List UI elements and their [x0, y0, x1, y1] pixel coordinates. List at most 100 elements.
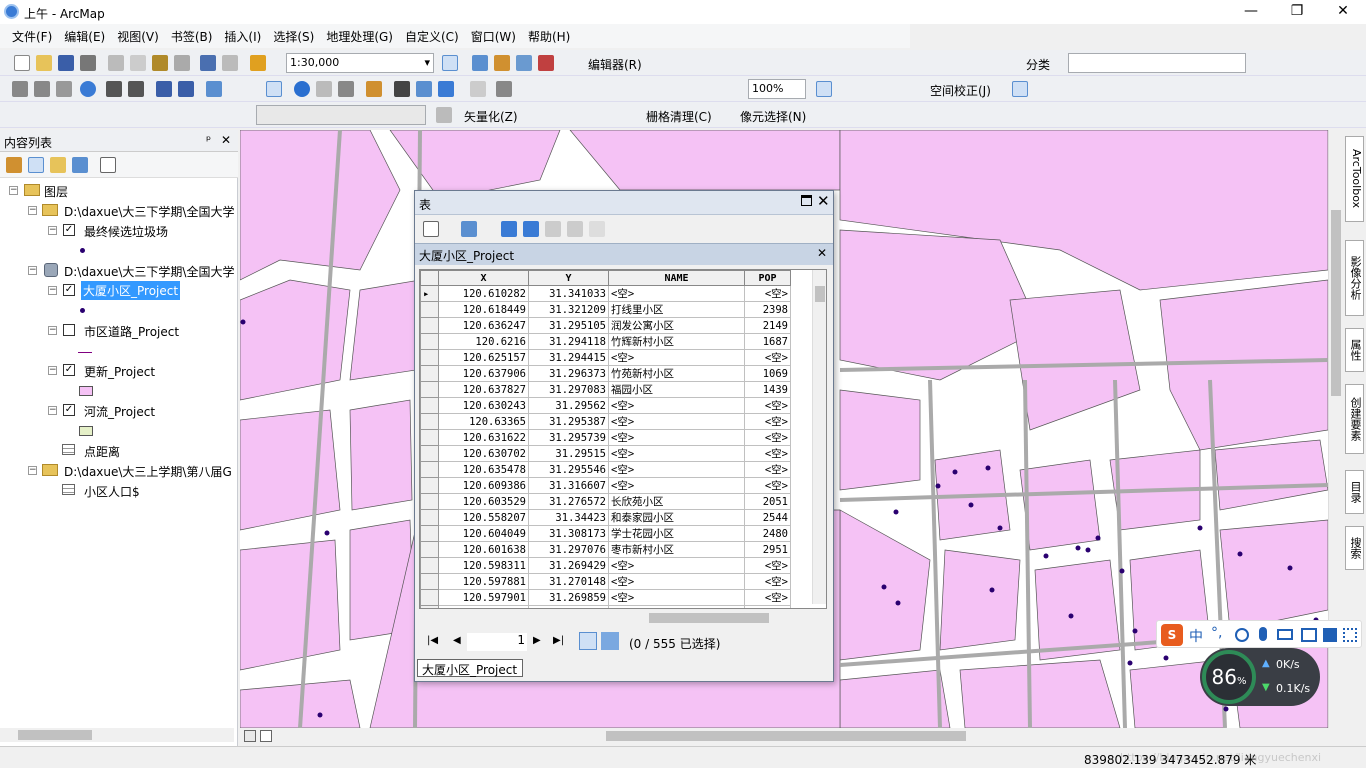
table-row[interactable]: 120.630702 31.29515 <空> <空>	[420, 445, 791, 462]
zoom-combo[interactable]: 100%	[748, 79, 806, 99]
toc-table-distance[interactable]: 点距离	[84, 443, 120, 460]
table-cell[interactable]: <空>	[744, 557, 791, 574]
menu-item[interactable]: 自定义(C)	[399, 24, 465, 49]
toolbox-icon[interactable]	[1301, 628, 1317, 642]
table-cell[interactable]: <空>	[744, 573, 791, 590]
row-selector[interactable]	[420, 509, 439, 526]
toc-hscrollbar[interactable]	[0, 728, 234, 742]
spatial-select-icon[interactable]	[1012, 81, 1028, 97]
table-options-icon[interactable]	[423, 221, 439, 237]
table-row[interactable]: 120.635478 31.295546 <空> <空>	[420, 461, 791, 478]
raster-layer-combo[interactable]	[256, 105, 426, 125]
table-cell[interactable]: 31.294118	[528, 333, 609, 350]
spatial-adjustment-menu[interactable]: 空间校正(J)	[930, 82, 991, 99]
table-cell[interactable]: 120.618449	[438, 301, 529, 318]
record-number-input[interactable]: 1	[467, 633, 527, 651]
ime-punctuation[interactable]: °,	[1211, 625, 1222, 641]
classify-combo[interactable]	[1068, 53, 1246, 73]
table-row[interactable]: 120.59788131.270148<空><空>	[420, 573, 791, 590]
fixed-zoom-in-icon[interactable]	[106, 81, 122, 97]
close-tab-icon[interactable]: ✕	[817, 246, 827, 260]
row-selector[interactable]	[420, 525, 439, 542]
menu-item[interactable]: 帮助(H)	[522, 24, 576, 49]
table-cell[interactable]: 31.270148	[528, 573, 609, 590]
table-cell[interactable]: 120.604049	[438, 525, 529, 542]
grid-vscrollbar[interactable]	[812, 270, 826, 604]
table-row[interactable]: 120.636247 31.295105 润发公寓小区 2149	[420, 317, 791, 334]
table-cell[interactable]: 31.29515	[528, 445, 609, 462]
table-cell[interactable]: 31.321209	[528, 301, 609, 318]
table-cell[interactable]: <空>	[608, 349, 745, 366]
attribute-grid[interactable]: X Y NAME POP ▸ 120.610282 31.341033 <空> <空> 1…	[419, 269, 827, 609]
table-cell[interactable]: <空>	[608, 477, 745, 494]
viewer-icon[interactable]	[496, 81, 512, 97]
table-cell[interactable]: <空>	[744, 589, 791, 606]
map-hscrollbar[interactable]	[240, 728, 1340, 744]
collapse-icon[interactable]: −	[28, 466, 37, 475]
collapse-icon[interactable]: −	[48, 366, 57, 375]
row-selector[interactable]	[420, 301, 439, 318]
row-selector[interactable]	[420, 605, 439, 608]
table-cell[interactable]: <空>	[608, 413, 745, 430]
delete-icon[interactable]	[174, 55, 190, 71]
row-selector[interactable]	[420, 573, 439, 590]
table-cell[interactable]: 2051	[744, 493, 791, 510]
scale-combo[interactable]: 1:30,000 ▾	[286, 53, 434, 73]
row-selector[interactable]	[420, 589, 439, 606]
table-row[interactable]: 120.630243 31.29562 <空> <空>	[420, 397, 791, 414]
table-row[interactable]: 120.598311 31.269429 <空> <空>	[420, 557, 791, 574]
table-cell[interactable]: 120.630702	[438, 445, 529, 462]
table-cell[interactable]: <空>	[744, 429, 791, 446]
table-row[interactable]: 120.625157 31.294415 <空> <空>	[420, 349, 791, 366]
table-cell[interactable]: 竹苑新村小区	[608, 365, 745, 382]
paste-icon[interactable]	[152, 55, 168, 71]
editor-toolbar-icon[interactable]	[442, 55, 458, 71]
table-cell[interactable]: 2398	[744, 301, 791, 318]
column-header[interactable]: POP	[744, 270, 791, 286]
forward-icon[interactable]	[178, 81, 194, 97]
row-selector[interactable]	[420, 365, 439, 382]
skin-icon[interactable]	[1323, 628, 1337, 642]
emoji-icon[interactable]	[1235, 628, 1249, 642]
table-cell[interactable]: 竹辉新村小区	[608, 333, 745, 350]
zoom-to-selected-icon[interactable]	[567, 221, 583, 237]
open-icon[interactable]	[36, 55, 52, 71]
table-cell[interactable]: 31.295387	[528, 413, 609, 430]
table-cell[interactable]: 31.296373	[528, 365, 609, 382]
table-cell[interactable]: 31.295546	[528, 461, 609, 478]
column-header[interactable]: NAME	[608, 270, 745, 286]
row-selector[interactable]	[420, 349, 439, 366]
related-tables-icon[interactable]	[461, 221, 477, 237]
table-cell[interactable]: 1439	[744, 381, 791, 398]
table-cell[interactable]: <空>	[744, 445, 791, 462]
row-selector[interactable]	[420, 541, 439, 558]
row-selector[interactable]	[420, 333, 439, 350]
keyboard-icon[interactable]	[1277, 629, 1293, 640]
table-cell[interactable]: <空>	[608, 573, 745, 590]
data-view-icon[interactable]	[244, 730, 256, 742]
copy-icon[interactable]	[130, 55, 146, 71]
table-cell[interactable]: 31.295105	[528, 317, 609, 334]
table-cell[interactable]: 120.603529	[438, 493, 529, 510]
close-icon[interactable]: ✕	[817, 192, 830, 210]
toc-close-button[interactable]: ✕	[221, 133, 231, 147]
row-selector[interactable]	[420, 557, 439, 574]
show-all-records-icon[interactable]	[579, 632, 597, 650]
cell-selection-menu[interactable]: 像元选择(N)	[740, 108, 806, 125]
table-cell[interactable]: <空>	[608, 285, 745, 302]
table-cell[interactable]: 120.636247	[438, 317, 529, 334]
list-by-source-icon[interactable]	[28, 157, 44, 173]
table-cell[interactable]: 120.637827	[438, 381, 529, 398]
table-cell[interactable]: 润发公寓小区	[608, 317, 745, 334]
show-selected-records-icon[interactable]	[601, 632, 619, 650]
table-cell[interactable]: 学士花园小区	[608, 525, 745, 542]
dock-tab-attributes[interactable]: 属性	[1345, 328, 1364, 372]
menu-item[interactable]: 窗口(W)	[465, 24, 522, 49]
next-record-icon[interactable]: ▶	[533, 635, 541, 646]
raster-cleanup-menu[interactable]: 栅格清理(C)	[646, 108, 712, 125]
dock-tab-create-features[interactable]: 创建要素	[1345, 384, 1364, 454]
hyperlink-icon[interactable]	[316, 81, 332, 97]
table-cell[interactable]: 31.276572	[528, 493, 609, 510]
table-cell[interactable]: 120.630243	[438, 397, 529, 414]
clear-selection-icon[interactable]	[545, 221, 561, 237]
